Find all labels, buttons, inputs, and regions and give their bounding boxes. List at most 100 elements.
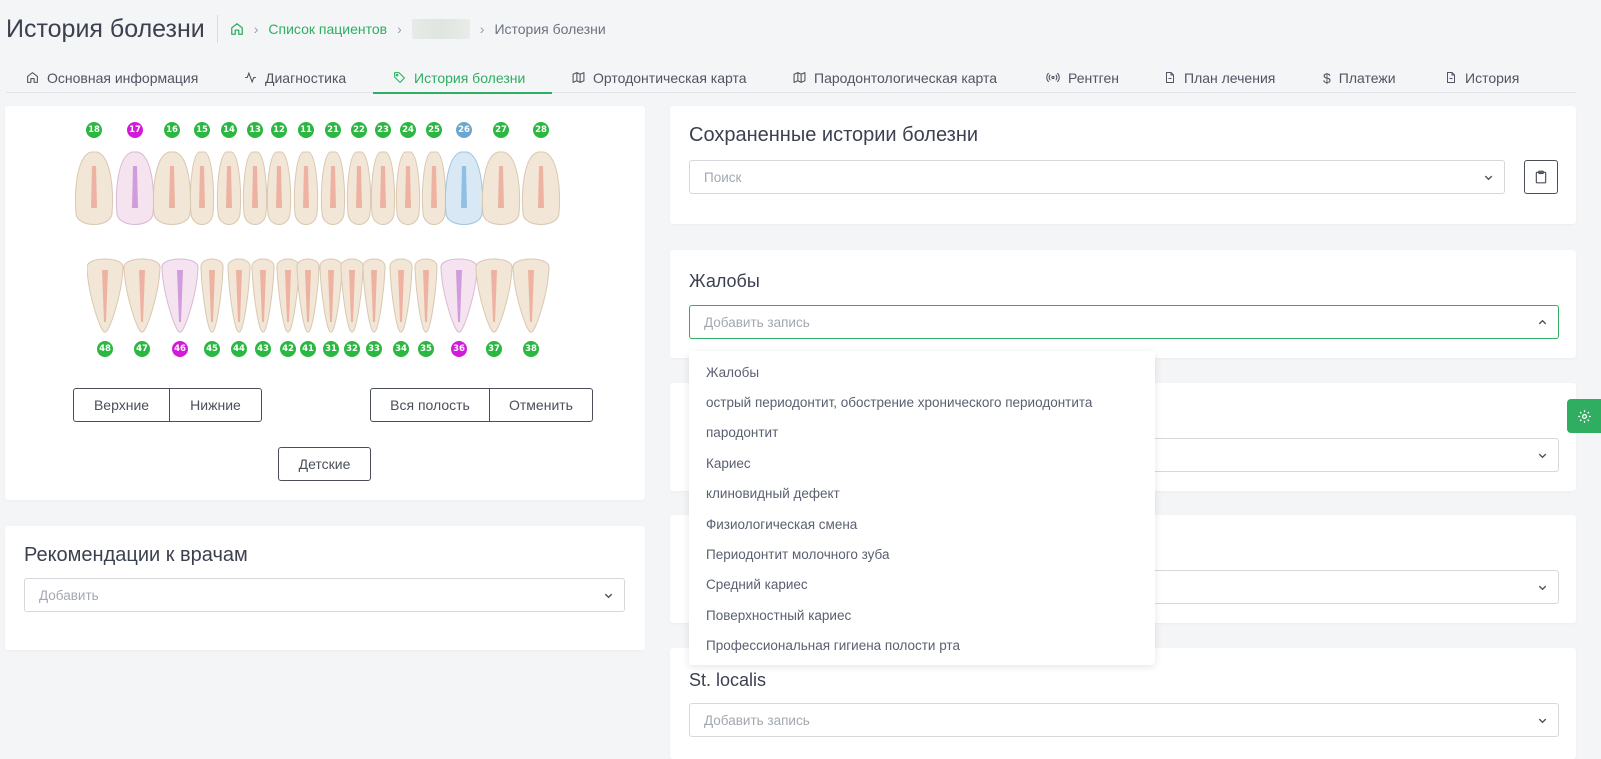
tooth-number-14[interactable]: 14	[221, 122, 237, 138]
tooth[interactable]	[395, 151, 421, 225]
tooth[interactable]	[200, 258, 224, 333]
whole-mouth-button[interactable]: Вся полость	[370, 388, 490, 422]
saved-histories-search[interactable]: Поиск	[689, 160, 1505, 194]
tooth[interactable]	[87, 258, 124, 333]
tooth[interactable]	[161, 258, 199, 333]
tooth[interactable]	[320, 151, 346, 225]
tooth-number-34[interactable]: 34	[393, 341, 409, 357]
tooth-number-22[interactable]: 22	[351, 122, 367, 138]
cancel-selection-button[interactable]: Отменить	[489, 388, 593, 422]
recommendations-select[interactable]: Добавить	[24, 578, 625, 612]
tab-diagnostics[interactable]: Диагностика	[244, 62, 346, 93]
clipboard-button[interactable]	[1524, 160, 1558, 194]
tooth-number-26[interactable]: 26	[456, 122, 472, 138]
tab-main-info[interactable]: Основная информация	[26, 62, 198, 93]
tab-orthodontic-chart[interactable]: Ортодонтическая карта	[572, 62, 747, 93]
breadcrumb-patient-name-blurred[interactable]	[411, 19, 470, 39]
tab-xray[interactable]: Рентген	[1046, 62, 1119, 93]
tooth-number-42[interactable]: 42	[280, 341, 296, 357]
tooth[interactable]	[370, 151, 396, 225]
tooth[interactable]	[440, 258, 478, 333]
tooth[interactable]	[115, 151, 155, 225]
tooth[interactable]	[296, 258, 320, 333]
tooth-number-21[interactable]: 21	[325, 122, 341, 138]
tooth[interactable]	[319, 258, 343, 333]
tooth-number-48[interactable]: 48	[97, 341, 113, 357]
tooth-number-17[interactable]: 17	[127, 122, 143, 138]
tooth-number-27[interactable]: 27	[493, 122, 509, 138]
tooth[interactable]	[189, 151, 215, 225]
tooth[interactable]	[521, 151, 561, 225]
tooth[interactable]	[242, 151, 268, 225]
tooth[interactable]	[266, 151, 292, 225]
breadcrumb-patients-link[interactable]: Список пациентов	[268, 21, 387, 37]
tooth-number-24[interactable]: 24	[400, 122, 416, 138]
tooth-number-38[interactable]: 38	[523, 341, 539, 357]
tooth[interactable]	[293, 151, 319, 225]
tooth[interactable]	[216, 151, 242, 225]
tooth-number-41[interactable]: 41	[300, 341, 316, 357]
tooth-number-44[interactable]: 44	[231, 341, 247, 357]
tooth[interactable]	[362, 258, 386, 333]
dropdown-option[interactable]: Поверхностный кариес	[689, 600, 1155, 630]
tooth-number-45[interactable]: 45	[204, 341, 220, 357]
tooth[interactable]	[251, 258, 275, 333]
complaints-select[interactable]: Добавить запись	[689, 305, 1559, 339]
tooth-number-43[interactable]: 43	[255, 341, 271, 357]
tooth-number-46[interactable]: 46	[172, 341, 188, 357]
tooth[interactable]	[340, 258, 364, 333]
tooth-number-37[interactable]: 37	[486, 341, 502, 357]
tooth-number-11[interactable]: 11	[298, 122, 314, 138]
tooth[interactable]	[152, 151, 192, 225]
tooth[interactable]	[414, 258, 438, 333]
tooth[interactable]	[74, 151, 114, 225]
tooth[interactable]	[389, 258, 413, 333]
tooth-number-35[interactable]: 35	[418, 341, 434, 357]
tooth-number-18[interactable]: 18	[86, 122, 102, 138]
settings-button[interactable]	[1567, 399, 1601, 433]
tooth-number-25[interactable]: 25	[426, 122, 442, 138]
dropdown-option[interactable]: Средний кариес	[689, 570, 1155, 600]
tooth-number-15[interactable]: 15	[194, 122, 210, 138]
tab-history[interactable]: История	[1445, 62, 1519, 93]
tooth-number-36[interactable]: 36	[451, 341, 467, 357]
home-icon[interactable]	[230, 22, 244, 36]
tab-medical-history[interactable]: История болезни	[373, 62, 552, 94]
lower-teeth-button[interactable]: Нижние	[169, 388, 262, 422]
tooth[interactable]	[227, 258, 251, 333]
st-localis-select[interactable]: Добавить запись	[689, 703, 1559, 737]
dropdown-option[interactable]: острый периодонтит, обострение хроническ…	[689, 387, 1155, 417]
tab-periodontal-chart[interactable]: Пародонтологическая карта	[793, 62, 997, 93]
dropdown-option[interactable]: Жалобы	[689, 357, 1155, 387]
tooth[interactable]	[346, 151, 372, 225]
children-teeth-button[interactable]: Детские	[278, 447, 371, 481]
tooth[interactable]	[276, 258, 300, 333]
upper-teeth-button[interactable]: Верхние	[73, 388, 170, 422]
tab-label: Пародонтологическая карта	[814, 69, 998, 86]
tooth[interactable]	[421, 151, 447, 225]
tooth[interactable]	[475, 258, 513, 333]
tooth-number-23[interactable]: 23	[375, 122, 391, 138]
dropdown-option[interactable]: Кариес	[689, 448, 1155, 478]
lower-teeth[interactable]	[87, 254, 573, 340]
dropdown-option[interactable]: клиновидный дефект	[689, 479, 1155, 509]
tooth-number-32[interactable]: 32	[344, 341, 360, 357]
tooth-number-13[interactable]: 13	[247, 122, 263, 138]
tooth-number-47[interactable]: 47	[134, 341, 150, 357]
tooth-number-16[interactable]: 16	[164, 122, 180, 138]
dropdown-option[interactable]: пародонтит	[689, 418, 1155, 448]
tooth-number-28[interactable]: 28	[533, 122, 549, 138]
tooth-number-31[interactable]: 31	[323, 341, 339, 357]
tooth[interactable]	[512, 258, 550, 333]
tooth[interactable]	[444, 151, 484, 225]
tab-payments[interactable]: $ Платежи	[1323, 62, 1396, 93]
tooth[interactable]	[123, 258, 161, 333]
tooth[interactable]	[481, 151, 521, 225]
dropdown-option[interactable]: Периодонтит молочного зуба	[689, 539, 1155, 569]
tooth-number-33[interactable]: 33	[366, 341, 382, 357]
dropdown-option[interactable]: Профессиональная гигиена полости рта	[689, 631, 1155, 661]
upper-teeth[interactable]	[73, 150, 583, 234]
tab-treatment-plan[interactable]: План лечения	[1164, 62, 1275, 93]
tooth-number-12[interactable]: 12	[271, 122, 287, 138]
dropdown-option[interactable]: Физиологическая смена	[689, 509, 1155, 539]
